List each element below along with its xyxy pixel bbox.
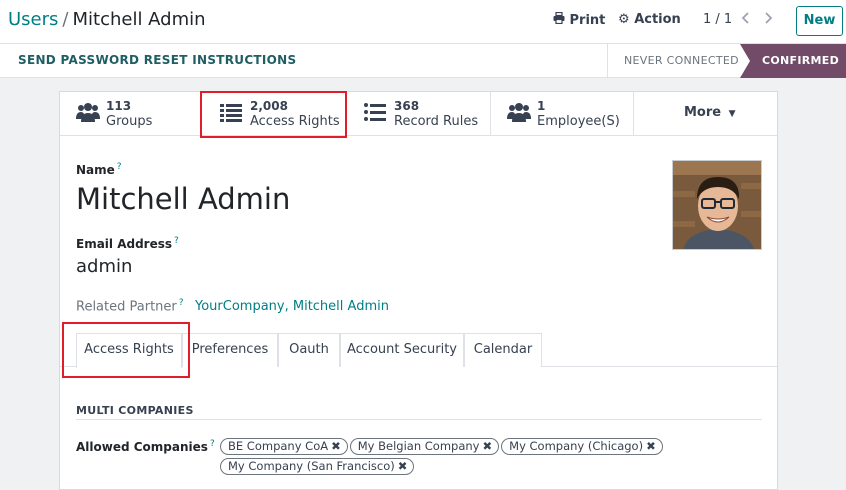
remove-tag-icon[interactable]: ✖ <box>483 439 493 453</box>
action-label: Action <box>634 12 681 27</box>
company-tag-label: BE Company CoA <box>228 439 329 453</box>
email-field-label: Email Address? <box>76 236 179 251</box>
company-tag: My Company (Chicago) ✖ <box>501 438 663 455</box>
print-button[interactable]: Print <box>553 11 606 28</box>
employees-smart-button[interactable]: 1 Employee(S) <box>491 92 634 136</box>
name-field-label: Name? <box>76 162 122 177</box>
users-icon <box>507 102 531 128</box>
allowed-companies-label-text: Allowed Companies <box>76 440 208 454</box>
allowed-companies-help-icon[interactable]: ? <box>210 439 215 449</box>
tab-calendar[interactable]: Calendar <box>464 333 542 367</box>
name-input[interactable]: Mitchell Admin <box>76 182 290 216</box>
record-rules-label: Record Rules <box>394 114 479 129</box>
more-dropdown[interactable]: More ▼ <box>684 105 736 120</box>
company-tag-label: My Company (San Francisco) <box>228 459 395 473</box>
email-help-icon[interactable]: ? <box>174 236 179 246</box>
chevron-right-icon[interactable] <box>763 11 773 29</box>
related-partner-help-icon[interactable]: ? <box>179 298 184 308</box>
related-partner-label-text: Related Partner <box>76 299 177 315</box>
access-rights-button-highlight <box>200 91 347 138</box>
action-button[interactable]: ⚙ Action <box>618 12 681 27</box>
printer-icon <box>553 11 570 28</box>
stage-never-connected[interactable]: NEVER CONNECTED <box>607 44 748 78</box>
gear-icon: ⚙ <box>618 12 630 27</box>
company-tag-label: My Company (Chicago) <box>509 439 644 453</box>
avatar[interactable] <box>672 160 762 250</box>
status-bar: SEND PASSWORD RESET INSTRUCTIONS NEVER C… <box>0 44 846 78</box>
breadcrumb-users-link[interactable]: Users <box>8 9 58 30</box>
access-rights-tab-highlight <box>62 322 190 378</box>
smart-button-box: 113 Groups 2,008 Access Rights 368 Recor… <box>60 92 777 136</box>
email-input[interactable]: admin <box>76 256 132 277</box>
email-label-text: Email Address <box>76 237 173 251</box>
tab-oauth[interactable]: Oauth <box>278 333 340 367</box>
print-label: Print <box>569 13 606 28</box>
company-tag-label: My Belgian Company <box>357 439 480 453</box>
form-sheet: 113 Groups 2,008 Access Rights 368 Recor… <box>59 91 778 490</box>
allowed-companies-field[interactable]: BE Company CoA ✖ My Belgian Company ✖ My Com… <box>220 438 690 478</box>
caret-down-icon: ▼ <box>728 109 736 119</box>
groups-smart-button[interactable]: 113 Groups <box>60 92 202 136</box>
groups-label: Groups <box>106 114 153 129</box>
name-help-icon[interactable]: ? <box>117 162 122 172</box>
name-label-text: Name <box>76 163 115 177</box>
section-divider <box>76 419 762 420</box>
record-rules-count: 368 <box>394 99 420 113</box>
breadcrumb: Users / Mitchell Admin <box>8 9 206 30</box>
tab-account-security[interactable]: Account Security <box>340 333 464 367</box>
chevron-left-icon[interactable] <box>741 11 751 29</box>
multi-companies-title: MULTI COMPANIES <box>76 404 194 417</box>
more-label: More <box>684 105 722 120</box>
allowed-companies-label: Allowed Companies? <box>76 439 215 454</box>
employees-label: Employee(S) <box>537 114 620 129</box>
company-tag: My Belgian Company ✖ <box>349 438 500 455</box>
related-partner-label: Related Partner? <box>76 298 184 314</box>
stage-confirmed[interactable]: CONFIRMED <box>740 44 846 78</box>
breadcrumb-separator: / <box>62 9 69 30</box>
list-icon <box>364 102 386 126</box>
remove-tag-icon[interactable]: ✖ <box>646 439 656 453</box>
tab-preferences[interactable]: Preferences <box>182 333 278 367</box>
remove-tag-icon[interactable]: ✖ <box>398 459 408 473</box>
new-button[interactable]: New <box>796 6 843 36</box>
groups-count: 113 <box>106 99 132 113</box>
pager-value[interactable]: 1 / 1 <box>703 12 732 27</box>
related-partner-link[interactable]: YourCompany, Mitchell Admin <box>195 299 389 314</box>
send-password-reset-button[interactable]: SEND PASSWORD RESET INSTRUCTIONS <box>18 53 296 67</box>
users-icon <box>76 102 100 128</box>
company-tag: My Company (San Francisco) ✖ <box>220 458 415 475</box>
breadcrumb-current: Mitchell Admin <box>72 9 206 30</box>
record-rules-smart-button[interactable]: 368 Record Rules <box>346 92 491 136</box>
remove-tag-icon[interactable]: ✖ <box>331 439 341 453</box>
control-panel: Users / Mitchell Admin Print ⚙ Action 1 / … <box>0 0 846 44</box>
employees-count: 1 <box>537 99 546 113</box>
company-tag: BE Company CoA ✖ <box>220 438 348 455</box>
